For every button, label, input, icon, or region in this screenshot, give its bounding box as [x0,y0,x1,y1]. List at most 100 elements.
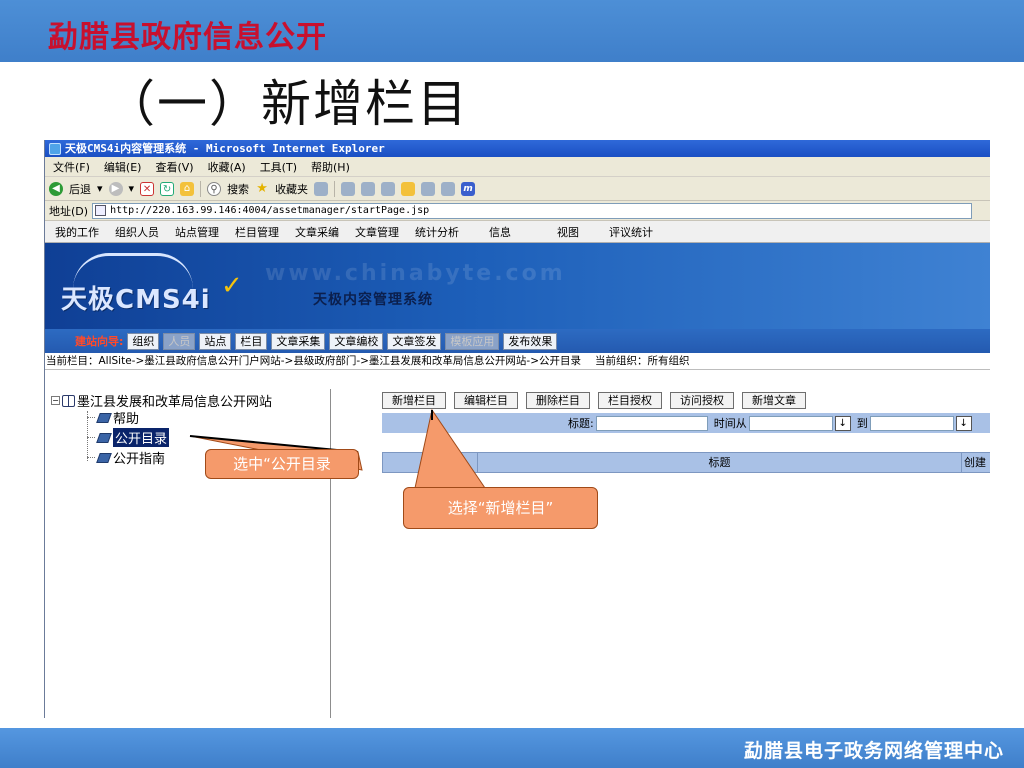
star-icon[interactable]: ★ [255,181,269,196]
guide-template-button[interactable]: 模板应用 [445,332,500,350]
banner-subtitle: 天极内容管理系统 [313,292,433,308]
back-button-label[interactable]: 后退 [69,181,91,197]
guide-approve-button[interactable]: 文章签发 [387,332,442,350]
msn-icon[interactable]: m [461,181,476,196]
chevron-down-icon[interactable]: ▾ [129,182,135,195]
window-title: 天极CMS4i内容管理系统 - Microsoft Internet Explo… [65,142,385,155]
menu-file[interactable]: 文件(F) [53,159,90,175]
book-icon [62,394,75,407]
nav-column-manage[interactable]: 栏目管理 [235,224,279,240]
tree-line [87,437,95,438]
search-icon[interactable]: ⚲ [207,181,222,196]
column-auth-button[interactable]: 栏目授权 [598,392,662,409]
guide-proofread-button[interactable]: 文章编校 [329,332,384,350]
access-auth-button[interactable]: 访问授权 [670,392,734,409]
history-icon[interactable] [314,181,329,196]
title-input[interactable] [595,415,708,431]
guide-collect-button[interactable]: 文章采集 [271,332,326,350]
breadcrumb-path: 当前栏目：AllSite->墨江县政府信息公开门户网站->县级政府部门->墨江县… [46,355,582,367]
stop-icon[interactable]: ✕ [140,181,155,196]
chevron-down-icon[interactable]: ▾ [97,182,103,195]
column-icon [96,452,112,463]
guide-column-button[interactable]: 栏目 [235,332,268,350]
time-from-input[interactable] [748,415,833,431]
cms-banner: www.chinabyte.com 天极CMS4i ✓ 天极内容管理系统 建站向… [45,243,990,353]
add-column-button[interactable]: 新增栏目 [382,392,446,409]
slide-header-title: 勐腊县政府信息公开 [48,20,327,55]
favorites-button-label[interactable]: 收藏夹 [275,181,308,197]
time-to-input[interactable] [869,415,954,431]
guide-publish-button[interactable]: 发布效果 [503,332,558,350]
slide-footer-text: 勐腊县电子政务网络管理中心 [743,740,1004,762]
menu-favorites[interactable]: 收藏(A) [208,159,246,175]
guide-label: 建站向导: [75,335,124,348]
breadcrumb: 当前栏目：AllSite->墨江县政府信息公开门户网站->县级政府部门->墨江县… [45,353,990,370]
search-button-label[interactable]: 搜索 [227,181,249,197]
nav-info[interactable]: 信息 [489,224,511,240]
menu-bar: 文件(F) 编辑(E) 查看(V) 收藏(A) 工具(T) 帮助(H) [45,157,990,177]
tool-icon[interactable] [421,181,436,196]
tree-item-label-selected[interactable]: 公开目录 [113,428,170,447]
title-label: 标题: [568,417,594,430]
edit-column-button[interactable]: 编辑栏目 [454,392,518,409]
nav-statistics[interactable]: 统计分析 [415,224,459,240]
grid-header: 操作 标题 创建 [382,452,990,473]
collapse-icon[interactable]: − [51,396,60,405]
nav-org-staff[interactable]: 组织人员 [115,224,159,240]
nav-site-manage[interactable]: 站点管理 [175,224,219,240]
menu-help[interactable]: 帮助(H) [311,159,350,175]
messenger-icon[interactable] [441,181,456,196]
nav-article-edit[interactable]: 文章采编 [295,224,339,240]
delete-column-button[interactable]: 删除栏目 [526,392,590,409]
slide-title: （一）新增栏目 [105,75,469,133]
cms-logo: 天极CMS4i [61,285,211,315]
tree-root[interactable]: − 墨江县发展和改革局信息公开网站 [51,391,272,410]
action-toolbar: 新增栏目 编辑栏目 删除栏目 栏目授权 访问授权 新增文章 [382,392,806,409]
browser-window: 天极CMS4i内容管理系统 - Microsoft Internet Explo… [44,140,990,718]
address-url[interactable]: http://220.163.99.146:4004/assetmanager/… [110,204,429,218]
col-title: 标题 [478,453,962,472]
tree-item-help[interactable]: 帮助 [87,408,139,427]
menu-view[interactable]: 查看(V) [155,159,193,175]
address-label: 地址(D) [49,204,89,218]
refresh-icon[interactable]: ↻ [160,181,175,196]
nav-my-work[interactable]: 我的工作 [55,224,99,240]
guide-org-button[interactable]: 组织 [127,332,160,350]
site-guide-bar: 建站向导: 组织 人员 站点 栏目 文章采集 文章编校 文章签发 模板应用 发布… [45,329,990,353]
nav-article-manage[interactable]: 文章管理 [355,224,399,240]
slide-header: 勐腊县政府信息公开 [0,0,1024,62]
tree-line [87,457,95,458]
address-input[interactable]: http://220.163.99.146:4004/assetmanager/… [92,202,973,219]
date-picker-arrow-icon[interactable]: ↓ [834,415,851,431]
time-from-label: 时间从 [713,417,747,430]
tree-item-label[interactable]: 公开指南 [113,448,165,467]
guide-site-button[interactable]: 站点 [199,332,232,350]
date-picker-arrow-icon[interactable]: ↓ [955,415,972,431]
add-article-button[interactable]: 新增文章 [742,392,806,409]
menu-tools[interactable]: 工具(T) [260,159,297,175]
menu-edit[interactable]: 编辑(E) [104,159,142,175]
back-arrow-icon[interactable]: ◀ [49,181,63,196]
tree-item-public-catalog[interactable]: 公开目录 [87,428,170,447]
nav-view[interactable]: 视图 [557,224,579,240]
edit-icon[interactable] [381,181,396,196]
col-operation: 操作 [383,453,478,472]
time-to-label: 到 [856,417,868,430]
mail-icon[interactable] [341,181,356,196]
forward-arrow-icon[interactable]: ▶ [108,181,123,196]
ie-icon [49,142,61,155]
guide-staff-button[interactable]: 人员 [163,332,196,350]
folder-icon[interactable] [401,181,416,196]
print-icon[interactable] [361,181,376,196]
current-org: 当前组织：所有组织 [595,355,690,367]
home-icon[interactable]: ⌂ [180,181,195,196]
column-tree-pane: − 墨江县发展和改革局信息公开网站 帮助 公开目录 公开指南 [45,389,331,718]
banner-watermark: www.chinabyte.com [265,261,566,286]
nav-review-stats[interactable]: 评议统计 [609,224,653,240]
callout-choose-add-column: 选择“新增栏目” [403,487,598,529]
slide-footer: 勐腊县电子政务网络管理中心 [0,728,1024,768]
tree-item-public-guide[interactable]: 公开指南 [87,448,165,467]
browser-toolbar: ◀ 后退 ▾ ▶ ▾ ✕ ↻ ⌂ ⚲ 搜索 ★ 收藏夹 m [45,177,990,201]
column-icon [96,432,112,443]
tree-item-label[interactable]: 帮助 [113,408,139,427]
